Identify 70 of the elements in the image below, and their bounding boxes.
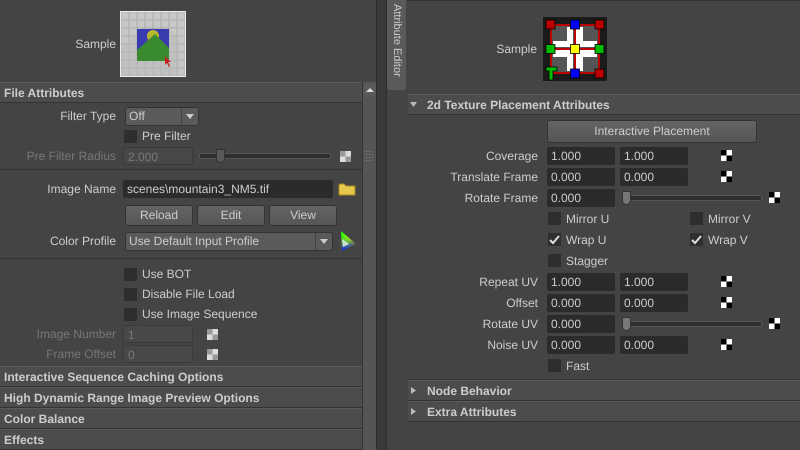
checkbox-label: Wrap U [566, 232, 606, 246]
checkbox[interactable] [548, 233, 561, 246]
number-field[interactable]: 0.000 [547, 168, 615, 186]
caret-icon [186, 114, 194, 118]
folder-icon[interactable] [338, 182, 356, 196]
checkbox-label: Stagger [566, 254, 608, 268]
number-field[interactable]: 0.000 [547, 336, 615, 354]
map-checker-icon[interactable] [721, 339, 732, 350]
checkbox-label: Mirror V [708, 212, 751, 226]
number-field[interactable]: 0.000 [547, 314, 615, 332]
number-field[interactable]: 0.000 [547, 294, 615, 312]
sample-label: Sample [496, 42, 537, 56]
checkbox-label: Disable File Load [142, 287, 235, 301]
checkbox[interactable] [690, 233, 703, 246]
texture-placement-thumbnail [543, 16, 607, 80]
sample-image-thumbnail [120, 11, 186, 77]
slider-thumb[interactable] [622, 190, 631, 204]
button[interactable]: Edit [197, 204, 265, 226]
field-label: Rotate UV [482, 316, 538, 330]
checkbox-label: Use Image Sequence [142, 307, 258, 321]
color-triangle-icon[interactable] [339, 230, 357, 252]
field-label: Filter Type [60, 109, 116, 123]
text-field[interactable]: scenes\mountain3_NM5.tif [123, 180, 333, 198]
field-label: Image Name [47, 182, 116, 196]
section-header[interactable]: High Dynamic Range Image Preview Options [0, 387, 362, 408]
attribute-editor-tab[interactable]: Attribute Editor [387, 0, 406, 90]
section-header[interactable]: Effects [0, 429, 362, 450]
number-field[interactable]: 0.000 [620, 168, 688, 186]
map-checker-icon[interactable] [721, 150, 732, 161]
caret-icon [320, 238, 328, 244]
section-header[interactable]: 2d Texture Placement Attributes [408, 94, 800, 115]
section-header[interactable]: Node Behavior [408, 380, 800, 401]
checkbox-label: Mirror U [566, 212, 610, 226]
number-field[interactable]: 1.000 [547, 146, 615, 164]
field-label: Coverage [486, 148, 538, 162]
map-checker-icon[interactable] [769, 318, 780, 329]
field-label: Translate Frame [450, 170, 538, 184]
slider-thumb[interactable] [622, 316, 631, 330]
field-label: Repeat UV [479, 274, 538, 288]
checkbox-label: Fast [566, 358, 590, 372]
map-checker-icon[interactable] [721, 276, 732, 287]
number-field[interactable]: 1.000 [620, 146, 688, 164]
checkbox-label: Wrap V [708, 232, 748, 246]
number-field[interactable]: 0.000 [620, 294, 688, 312]
sample-label: Sample [75, 37, 116, 51]
button[interactable]: Reload [125, 204, 193, 226]
field-label: Color Profile [50, 234, 116, 248]
section-header[interactable]: Interactive Sequence Caching Options [0, 366, 362, 387]
section-header[interactable]: Extra Attributes [408, 401, 800, 422]
number-field[interactable]: 1.000 [620, 272, 688, 290]
button[interactable]: View [269, 204, 337, 226]
field-label: Offset [506, 296, 538, 310]
map-checker-icon[interactable] [769, 192, 780, 203]
field-label: Rotate Frame [464, 190, 538, 204]
section-header[interactable]: Color Balance [0, 408, 362, 429]
slider-track[interactable] [622, 316, 762, 330]
dropdown[interactable]: Use Default Input Profile [125, 232, 333, 250]
number-field[interactable]: 1.000 [547, 272, 615, 290]
dropdown[interactable]: Off [125, 106, 199, 126]
number-field[interactable]: 0.000 [620, 336, 688, 354]
section-header[interactable]: File Attributes [0, 82, 362, 103]
checkbox-label: Use BOT [142, 267, 192, 281]
interactive-placement-button[interactable]: Interactive Placement [547, 120, 757, 142]
scroll-bar[interactable] [362, 82, 376, 450]
number-field[interactable]: 0.000 [547, 188, 615, 206]
map-checker-icon[interactable] [721, 171, 732, 182]
field-label: Noise UV [487, 338, 538, 352]
slider-track[interactable] [622, 190, 762, 204]
checkbox-label: Pre Filter [142, 129, 191, 143]
map-checker-icon[interactable] [721, 297, 732, 308]
